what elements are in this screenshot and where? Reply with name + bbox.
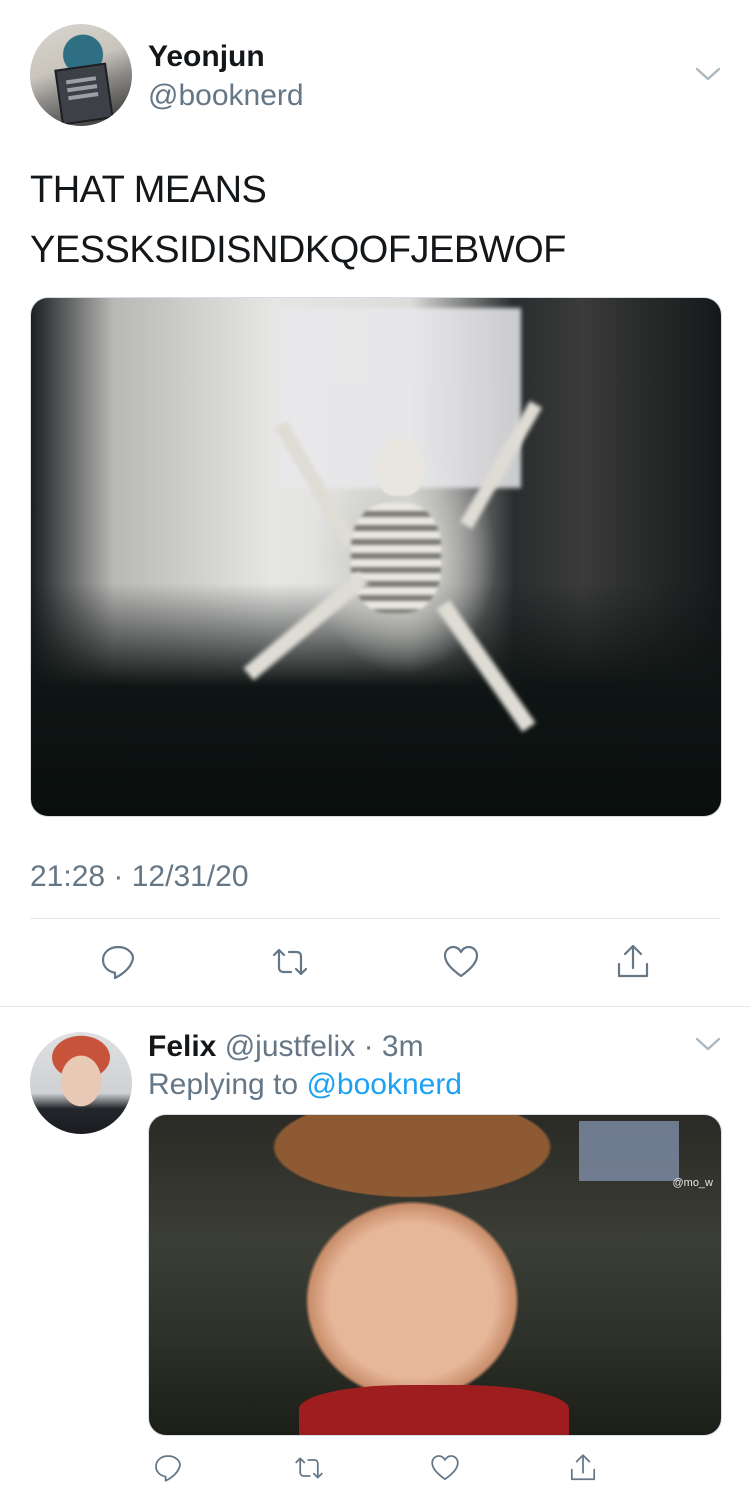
reply-time: · 3m [363,1030,424,1063]
divider [0,1006,750,1007]
replying-mention-link[interactable]: @booknerd [306,1068,462,1101]
reply-icon [155,1455,181,1482]
book-graphic [54,62,114,126]
like-button[interactable] [423,1446,467,1490]
share-icon [570,1454,596,1481]
replying-to: Replying to @booknerd [148,1068,462,1102]
author-handle[interactable]: @booknerd [148,79,304,113]
reply-button[interactable] [96,940,140,984]
reply-author-name[interactable]: Felix [148,1030,216,1063]
chevron-down-icon[interactable] [695,1036,721,1052]
reply-icon [101,945,135,980]
heart-icon [443,945,479,978]
divider [30,918,720,919]
skeleton-skull [376,438,424,496]
shirt-graphic [299,1385,569,1435]
tweet-timestamp[interactable]: 21:28 · 12/31/20 [30,860,249,894]
reply-media-image[interactable]: @mo_w [148,1114,722,1436]
replying-prefix: Replying to [148,1068,299,1101]
share-icon [617,944,649,978]
tweet-text-line: YESSKSIDISNDKQOFJEBWOF [30,229,566,271]
image-watermark: @mo_w [672,1177,713,1189]
chevron-down-icon[interactable] [695,66,721,82]
retweet-icon [295,1457,323,1479]
heart-icon [431,1455,459,1481]
skeleton-leg [243,571,369,681]
tweet-media-image[interactable] [30,297,722,817]
reply-header: Felix @justfelix · 3m [148,1030,424,1064]
share-button[interactable] [611,940,655,984]
reply-author-avatar[interactable] [30,1032,132,1134]
tweet-text: THAT MEANS YESSKSIDISNDKQOFJEBWOF [30,160,720,280]
skeleton-ribs [351,503,441,613]
retweet-button[interactable] [268,940,312,984]
author-avatar[interactable] [30,24,132,126]
retweet-button[interactable] [287,1446,331,1490]
reply-button[interactable] [146,1446,190,1490]
share-button[interactable] [561,1446,605,1490]
reply-author-handle[interactable]: @justfelix [225,1030,356,1063]
skeleton-leg [436,599,536,733]
like-button[interactable] [439,940,483,984]
author-name[interactable]: Yeonjun [148,40,265,74]
tweet-text-line: THAT MEANS [30,169,267,211]
retweet-icon [272,948,308,976]
window-graphic [579,1121,679,1181]
